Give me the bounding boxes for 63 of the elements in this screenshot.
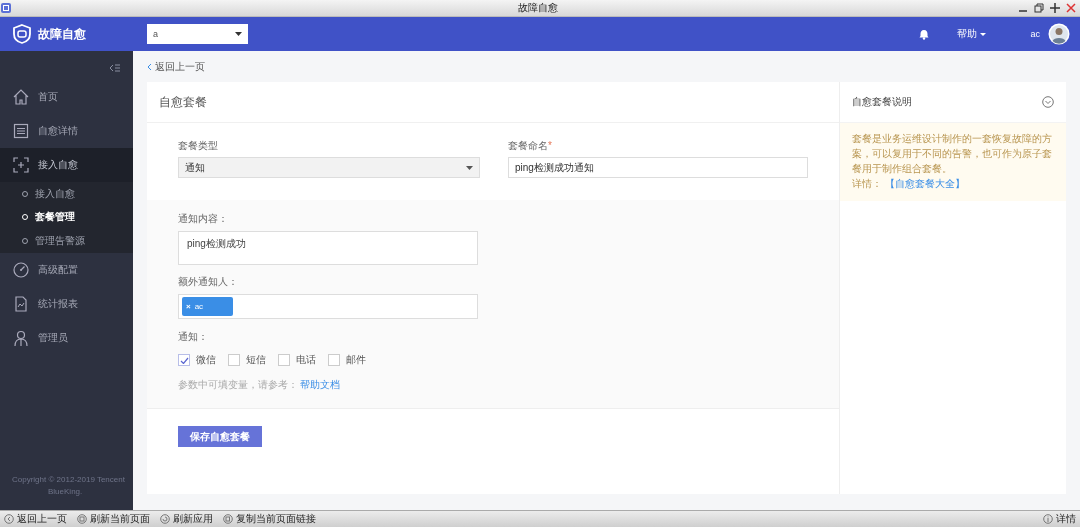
app-name: 故障自愈 <box>38 25 86 43</box>
sidebar-item[interactable]: 高级配置 <box>0 252 133 287</box>
list-icon <box>12 122 30 140</box>
help-menu[interactable]: 帮助 <box>957 27 987 41</box>
gauge-icon <box>12 260 30 279</box>
channel-checkbox[interactable]: 电话 <box>278 353 316 367</box>
shield-logo-icon <box>12 24 32 44</box>
business-select[interactable]: a <box>147 24 248 44</box>
sidebar-item[interactable]: 统计报表 <box>0 286 133 321</box>
check-icon <box>179 356 189 364</box>
sidebar-item[interactable]: 首页 <box>0 80 133 114</box>
back-circle-icon <box>4 514 14 524</box>
card-title: 自愈套餐 <box>147 82 839 123</box>
status-button[interactable]: 复制当前页面链接 <box>223 512 316 526</box>
sidebar-subitem[interactable]: 接入自愈 <box>0 182 133 206</box>
name-input[interactable]: ping检测成功通知 <box>508 157 808 178</box>
plus-icon[interactable] <box>1050 3 1060 13</box>
field-label: 套餐类型 <box>178 139 219 153</box>
copyright-text: Copyright © 2012-2019 Tencent <box>12 475 126 484</box>
type-select[interactable]: 通知 <box>178 157 480 178</box>
close-icon[interactable] <box>1066 3 1076 13</box>
back-link[interactable]: 返回上一页 <box>147 59 205 74</box>
hint-text: 参数中可填变量，请参考： 帮助文档 <box>178 378 341 392</box>
avatar-icon[interactable] <box>1048 23 1070 45</box>
copyright-text: BlueKing. <box>47 487 84 496</box>
restore-icon[interactable] <box>1034 3 1044 13</box>
person-icon <box>12 328 30 347</box>
field-label: 套餐命名* <box>508 139 553 153</box>
status-button[interactable]: 刷新当前页面 <box>77 512 150 526</box>
status-button[interactable]: 返回上一页 <box>4 512 67 526</box>
chevron-left-icon <box>147 63 152 70</box>
field-label: 通知内容： <box>178 212 229 226</box>
channel-checkbox[interactable]: 邮件 <box>328 353 366 367</box>
app-icon <box>0 2 12 14</box>
panel-title: 自愈套餐说明 <box>852 95 912 109</box>
channel-checkbox[interactable]: 微信 <box>178 353 216 367</box>
content-textarea[interactable]: ping检测成功 <box>178 231 478 265</box>
caret-icon <box>466 165 473 170</box>
sidebar-item[interactable]: 管理员 <box>0 320 133 355</box>
user-name[interactable]: ac <box>1030 29 1040 39</box>
chevron-down-icon[interactable] <box>1042 96 1054 108</box>
status-button[interactable]: 刷新应用 <box>160 512 213 526</box>
frame-plus-icon <box>12 156 30 174</box>
caret-icon <box>980 32 987 36</box>
refresh-circle-icon <box>160 514 170 524</box>
home-icon <box>12 88 30 106</box>
field-label: 通知： <box>178 330 209 344</box>
field-label: 额外通知人： <box>178 275 239 289</box>
bell-icon[interactable] <box>919 28 930 40</box>
package-catalog-link[interactable]: 【自愈套餐大全】 <box>884 178 965 189</box>
window-title: 故障自愈 <box>518 1 558 15</box>
sidebar-subitem[interactable]: 管理告警源 <box>0 229 133 253</box>
chart-document-icon <box>12 294 30 313</box>
sidebar-subitem[interactable]: 套餐管理 <box>0 205 133 229</box>
caret-icon <box>235 32 242 36</box>
info-icon <box>1043 514 1053 524</box>
channel-checkbox[interactable]: 短信 <box>228 353 266 367</box>
save-button[interactable]: 保存自愈套餐 <box>178 426 262 447</box>
details-button[interactable]: 详情 <box>1043 512 1076 526</box>
sidebar-item[interactable]: 接入自愈 <box>0 148 133 182</box>
sidebar-item[interactable]: 自愈详情 <box>0 114 133 148</box>
info-note: 套餐是业务运维设计制作的一套恢复故障的方案，可以复用于不同的告警，也可作为原子套餐用于制作组合套餐。 详情： 【自愈套餐大全】 <box>840 123 1066 201</box>
collapse-icon[interactable] <box>109 64 121 72</box>
